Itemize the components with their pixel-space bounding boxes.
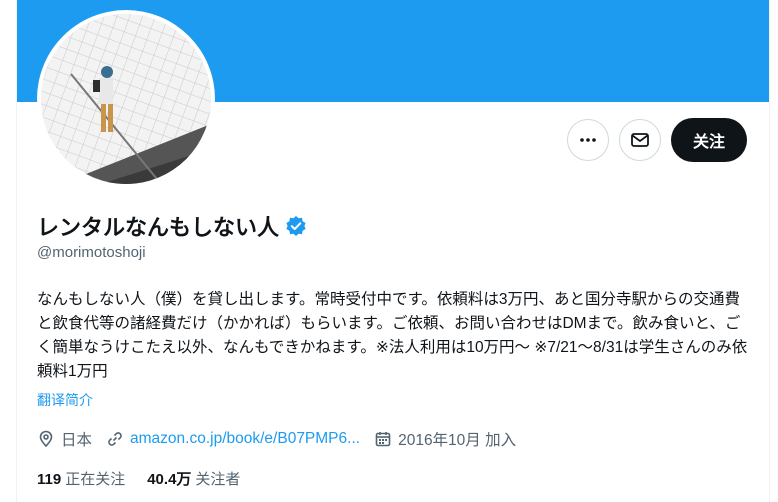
location-icon bbox=[39, 430, 53, 448]
display-name: レンタルなんもしない人 bbox=[37, 215, 280, 240]
website-link[interactable]: amazon.co.jp/book/e/B07PMP6... bbox=[130, 430, 360, 448]
user-handle: @morimotoshoji bbox=[37, 244, 146, 261]
following-label: 正在关注 bbox=[65, 471, 126, 488]
more-button[interactable] bbox=[566, 119, 609, 161]
location-item: 日本 bbox=[37, 428, 92, 450]
profile-actions: 关注 bbox=[566, 118, 747, 162]
joined-item: 2016年10月 加入 bbox=[374, 428, 516, 450]
avatar[interactable] bbox=[37, 10, 215, 188]
verified-badge-icon[interactable] bbox=[285, 215, 307, 237]
profile-page: 关注 レンタルなんもしない人 @morimotoshoji なんもしない人（僕）… bbox=[16, 0, 770, 502]
followers-label: 关注者 bbox=[195, 471, 241, 488]
website-item: amazon.co.jp/book/e/B07PMP6... bbox=[106, 430, 360, 448]
name-row: レンタルなんもしない人 bbox=[37, 210, 307, 242]
profile-meta: 日本 amazon.co.jp/book/e/B07PMP6... 2016年1… bbox=[37, 428, 530, 450]
translate-bio-link[interactable]: 翻译简介 bbox=[37, 390, 93, 410]
followers-count: 40.4万 bbox=[147, 471, 192, 488]
link-icon bbox=[108, 432, 122, 446]
followers-stat[interactable]: 40.4万 关注者 bbox=[147, 468, 240, 489]
message-button[interactable] bbox=[618, 119, 661, 161]
following-count: 119 bbox=[37, 471, 62, 488]
more-icon bbox=[580, 138, 596, 142]
profile-bio: なんもしない人（僕）を貸し出します。常時受付中です。依頼料は3万円、あと国分寺駅… bbox=[37, 291, 748, 380]
calendar-icon bbox=[375, 432, 391, 447]
mail-icon bbox=[631, 133, 649, 147]
location-text: 日本 bbox=[61, 432, 93, 449]
follow-button[interactable]: 关注 bbox=[670, 118, 747, 162]
avatar-image bbox=[41, 14, 211, 184]
follow-stats: 119 正在关注 40.4万 关注者 bbox=[37, 468, 262, 489]
joined-date: 2016年10月 加入 bbox=[398, 432, 517, 449]
following-stat[interactable]: 119 正在关注 bbox=[37, 468, 125, 489]
